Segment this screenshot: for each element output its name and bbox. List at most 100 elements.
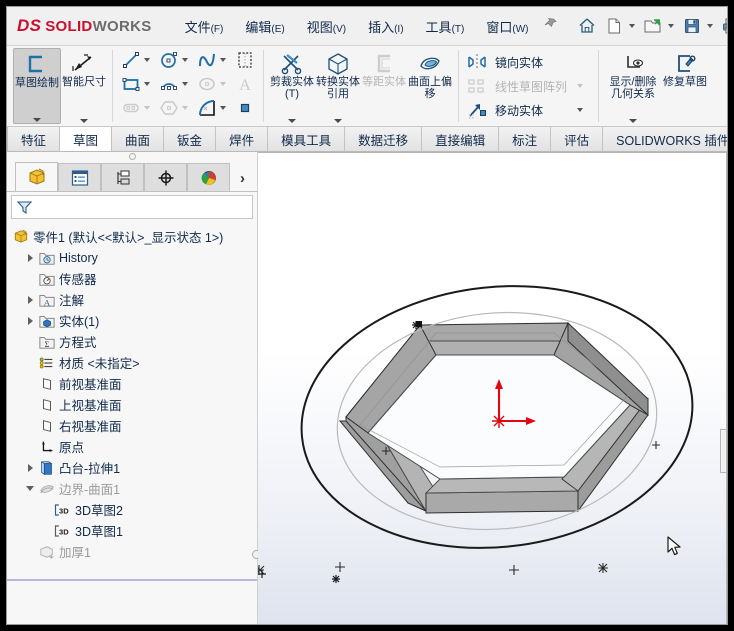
tab-annotation[interactable]: 标注 (499, 127, 552, 151)
solidworks-window: DS SOLID WORKS 文件(F) 编辑(E) 视图(V) 插入(I) 工具(… (6, 6, 728, 625)
tree-item-front-plane[interactable]: 前视基准面 (7, 373, 257, 394)
display-delete-relations-button[interactable]: 显示/删除几何关系 (604, 48, 662, 124)
trim-entities-dropdown-caret[interactable] (288, 119, 296, 123)
point-icon[interactable] (232, 97, 258, 119)
spline-dropdown-caret[interactable] (220, 58, 226, 62)
tree-item-right-plane[interactable]: 右视基准面 (7, 415, 257, 436)
new-document-icon[interactable] (601, 13, 627, 39)
tree-item-material-label: 材质 <未指定> (59, 357, 140, 371)
line-dropdown-caret[interactable] (144, 58, 150, 62)
linear-sketch-pattern-button[interactable]: 线性草图阵列 (464, 74, 593, 98)
viewport-side-tab[interactable] (720, 429, 726, 473)
expander-boundary-surface-1[interactable] (23, 486, 37, 491)
sketch-vertex-marker[interactable] (416, 321, 422, 327)
circle-dropdown-caret[interactable] (182, 58, 188, 62)
tree-item-equations[interactable]: Σ 方程式 (7, 331, 257, 352)
panel-tabs-more-chevron[interactable]: › (240, 170, 245, 187)
fillet-icon[interactable] (194, 97, 220, 119)
linear-sketch-pattern-caret[interactable] (577, 84, 584, 88)
tree-item-solid-bodies[interactable]: 实体(1) (7, 310, 257, 331)
configuration-manager-tab[interactable] (101, 163, 144, 192)
open-document-caret[interactable] (668, 24, 675, 28)
tree-item-boss-extrude-1[interactable]: 凸台-拉伸1 (7, 457, 257, 478)
tab-sheet-metal[interactable]: 钣金 (164, 127, 217, 151)
tree-root-part[interactable]: 零件1 (默认<<默认>_显示状态 1>) (7, 226, 257, 247)
expander-history[interactable] (23, 253, 37, 262)
tab-data-migration[interactable]: 数据迁移 (345, 127, 423, 151)
slot-icon[interactable] (118, 97, 144, 119)
mirror-entities-button[interactable]: 镜向实体 (464, 50, 593, 74)
rectangle-icon[interactable] (118, 73, 144, 95)
sketch-button[interactable]: 草图绘制 (13, 48, 61, 124)
panel-grip[interactable] (7, 152, 257, 160)
repair-sketch-button[interactable]: 修复草图 (662, 48, 708, 124)
arc-icon[interactable] (156, 73, 182, 95)
circle-icon[interactable] (156, 49, 182, 71)
tree-filter-bar[interactable] (11, 195, 253, 219)
menu-insert[interactable]: 插入(I) (357, 13, 414, 40)
open-document-icon[interactable] (640, 13, 666, 39)
tree-item-annotations[interactable]: A 注解 (7, 289, 257, 310)
text-icon[interactable]: A (232, 73, 258, 95)
sketch-dropdown-caret[interactable] (33, 118, 41, 122)
menu-edit[interactable]: 编辑(E) (234, 13, 295, 40)
print-icon[interactable] (718, 13, 727, 39)
tab-mold-tools[interactable]: 模具工具 (268, 127, 346, 151)
slot-dropdown-caret[interactable] (144, 106, 150, 110)
spline-icon[interactable] (194, 49, 220, 71)
dimxpert-manager-tab[interactable] (144, 163, 187, 192)
menu-tools[interactable]: 工具(T) (415, 13, 476, 40)
arc-dropdown-caret[interactable] (182, 82, 188, 86)
display-manager-tab[interactable] (187, 163, 230, 192)
save-icon[interactable] (679, 13, 705, 39)
polygon-icon[interactable] (156, 97, 182, 119)
menu-file[interactable]: 文件(F) (174, 13, 235, 40)
save-caret[interactable] (707, 24, 714, 28)
trim-pattern-icon[interactable] (232, 49, 258, 71)
tab-features[interactable]: 特征 (7, 127, 61, 151)
tab-sketch[interactable]: 草图 (60, 127, 113, 151)
tree-item-sensors[interactable]: 传感器 (7, 268, 257, 289)
rectangle-dropdown-caret[interactable] (144, 82, 150, 86)
home-icon[interactable] (574, 13, 600, 39)
smart-dimension-dropdown-caret[interactable] (80, 119, 88, 123)
expander-annotations[interactable] (23, 295, 37, 304)
line-icon[interactable] (118, 49, 144, 71)
trim-entities-button[interactable]: 剪裁实体(T) (269, 48, 315, 124)
property-manager-tab[interactable] (58, 163, 101, 192)
offset-on-surface-button[interactable]: 曲面上偏移 (407, 48, 453, 124)
ellipse-icon[interactable] (194, 73, 220, 95)
3d-sketch-icon: 3D (53, 502, 73, 518)
display-delete-relations-caret[interactable] (629, 119, 638, 123)
menu-window[interactable]: 窗口(W) (475, 13, 539, 40)
3d-model-viewport[interactable] (258, 152, 727, 624)
convert-entities-button[interactable]: 转换实体引用 (315, 48, 361, 124)
tab-solidworks-addins[interactable]: SOLIDWORKS 插件 (603, 127, 727, 151)
expander-solid-bodies[interactable] (23, 316, 37, 325)
tree-item-thicken-1[interactable]: 加厚1 (7, 541, 257, 562)
pin-icon[interactable] (543, 17, 558, 35)
tree-item-boundary-surface-1[interactable]: 边界-曲面1 (7, 478, 257, 499)
expander-boss-extrude-1[interactable] (23, 463, 37, 472)
new-document-caret[interactable] (629, 24, 636, 28)
feature-manager-tab[interactable] (15, 162, 58, 192)
ellipse-dropdown-caret[interactable] (220, 82, 226, 86)
tree-item-top-plane[interactable]: 上视基准面 (7, 394, 257, 415)
offset-entities-button[interactable]: 等距实体 (361, 48, 407, 124)
fillet-dropdown-caret[interactable] (220, 106, 226, 110)
convert-entities-dropdown-caret[interactable] (334, 119, 342, 123)
tree-item-3d-sketch-2[interactable]: 3D 3D草图2 (7, 499, 257, 520)
tab-direct-editing[interactable]: 直接编辑 (422, 127, 500, 151)
polygon-dropdown-caret[interactable] (182, 106, 188, 110)
tree-item-history[interactable]: History (7, 247, 257, 268)
tab-evaluate[interactable]: 评估 (551, 127, 604, 151)
smart-dimension-button[interactable]: 智能尺寸 (61, 48, 107, 124)
tree-item-material[interactable]: 材质 <未指定> (7, 352, 257, 373)
tree-item-3d-sketch-1[interactable]: 3D 3D草图1 (7, 520, 257, 541)
tree-item-origin[interactable]: 原点 (7, 436, 257, 457)
tab-weldments[interactable]: 焊件 (216, 127, 269, 151)
move-entities-button[interactable]: 移动实体 (464, 98, 593, 122)
tab-surfaces[interactable]: 曲面 (112, 127, 165, 151)
move-entities-caret[interactable] (577, 108, 584, 112)
menu-view[interactable]: 视图(V) (296, 13, 357, 40)
